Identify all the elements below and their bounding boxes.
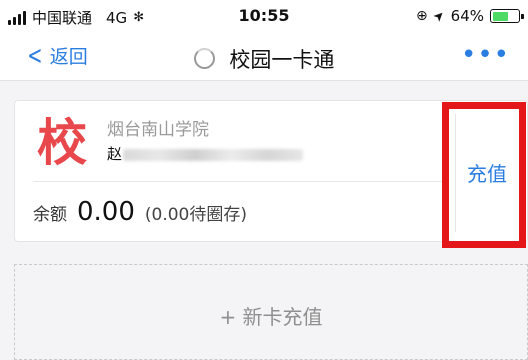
loading-spinner-icon — [193, 48, 215, 69]
battery-fill — [492, 11, 508, 21]
location-icon: ➤ — [430, 6, 449, 26]
battery-icon — [490, 9, 524, 23]
rotation-lock-icon: ⊕ — [416, 8, 428, 24]
status-bar: 中国联通 4G ✻ 10:55 ⊕ ➤ 64% — [0, 0, 528, 34]
new-card-recharge-button[interactable]: + 新卡充值 — [14, 264, 528, 360]
status-right: ⊕ ➤ 64% — [416, 6, 524, 26]
battery-percent: 64% — [450, 7, 484, 25]
pending-balance: (0.00待圈存) — [144, 205, 248, 225]
balance-amount: 0.00 — [77, 197, 135, 227]
card-divider — [33, 181, 455, 182]
blurred-holder-info — [123, 149, 303, 161]
card-holder-name: 赵 — [107, 145, 123, 163]
recharge-button[interactable]: 充值 — [467, 158, 507, 187]
school-logo: 校 — [37, 113, 87, 172]
nav-bar: < 返回 校园一卡通 ••• — [0, 34, 528, 81]
balance-row: 余额 0.00 (0.00待圈存) — [33, 197, 247, 227]
recharge-divider — [455, 114, 456, 232]
page-title: 校园一卡通 — [229, 48, 335, 72]
balance-label: 余额 — [33, 205, 67, 225]
page-title-wrap: 校园一卡通 — [0, 44, 528, 74]
school-name: 烟台南山学院 — [107, 120, 209, 140]
more-button[interactable]: ••• — [461, 40, 510, 70]
new-card-label: + 新卡充值 — [219, 305, 323, 329]
